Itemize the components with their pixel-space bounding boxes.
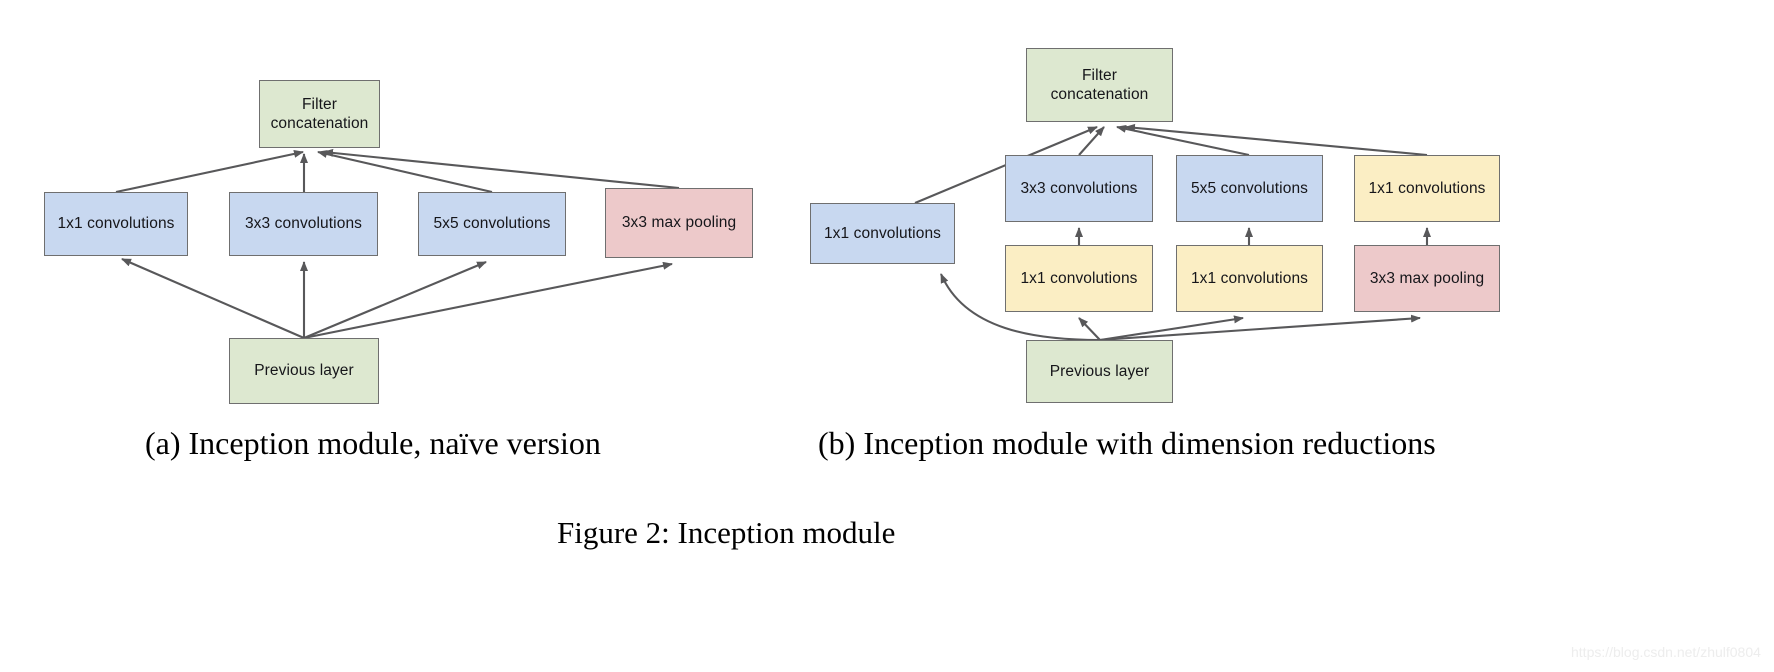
b-conv-5x5-label: 5x5 convolutions xyxy=(1190,179,1309,197)
inception-module-figure: Filter concatenation 1x1 convolutions 3x3… xyxy=(0,0,1774,672)
b-conv-5x5[interactable]: 5x5 convolutions xyxy=(1176,155,1323,222)
b-conv-1x1-direct-label: 1x1 convolutions xyxy=(823,224,942,242)
b-conv-1x1-before-3x3[interactable]: 1x1 convolutions xyxy=(1005,245,1153,312)
a-filter-concatenation-label: Filter concatenation xyxy=(270,95,369,132)
b-filter-concatenation[interactable]: Filter concatenation xyxy=(1026,48,1173,122)
b-maxpool-3x3-label: 3x3 max pooling xyxy=(1369,269,1485,287)
csdn-watermark: https://blog.csdn.net/zhulf0804 xyxy=(1571,644,1761,660)
b-conv-1x1-before-5x5[interactable]: 1x1 convolutions xyxy=(1176,245,1323,312)
b-conv-3x3-label: 3x3 convolutions xyxy=(1020,179,1138,197)
b-previous-layer[interactable]: Previous layer xyxy=(1026,340,1173,403)
a-maxpool-3x3-label: 3x3 max pooling xyxy=(621,214,737,232)
a-conv-1x1[interactable]: 1x1 convolutions xyxy=(44,192,188,256)
b-maxpool-3x3[interactable]: 3x3 max pooling xyxy=(1354,245,1500,312)
b-filter-concatenation-label: Filter concatenation xyxy=(1050,66,1149,103)
a-previous-layer[interactable]: Previous layer xyxy=(229,338,379,404)
b-conv-1x1-after-pool-label: 1x1 convolutions xyxy=(1368,179,1486,197)
a-conv-1x1-label: 1x1 convolutions xyxy=(57,215,175,233)
a-previous-layer-label: Previous layer xyxy=(254,362,354,380)
panel-a-caption: (a) Inception module, naïve version xyxy=(145,425,601,461)
b-conv-3x3[interactable]: 3x3 convolutions xyxy=(1005,155,1153,222)
b-conv-1x1-direct[interactable]: 1x1 convolutions xyxy=(810,203,955,264)
panel-b-edges xyxy=(914,123,1431,342)
a-maxpool-3x3[interactable]: 3x3 max pooling xyxy=(605,188,753,258)
panel-a-edges xyxy=(115,148,680,340)
a-filter-concatenation[interactable]: Filter concatenation xyxy=(259,80,380,148)
b-previous-layer-label: Previous layer xyxy=(1049,362,1150,380)
b-conv-1x1-before-3x3-label: 1x1 convolutions xyxy=(1020,269,1138,287)
a-conv-5x5-label: 5x5 convolutions xyxy=(433,215,551,233)
figure-caption: Figure 2: Inception module xyxy=(557,515,896,550)
a-conv-3x3-label: 3x3 convolutions xyxy=(244,215,363,233)
b-conv-1x1-after-pool[interactable]: 1x1 convolutions xyxy=(1354,155,1500,222)
b-conv-1x1-before-5x5-label: 1x1 convolutions xyxy=(1190,269,1309,287)
panel-b-caption: (b) Inception module with dimension redu… xyxy=(818,425,1436,461)
a-conv-3x3[interactable]: 3x3 convolutions xyxy=(229,192,378,256)
a-conv-5x5[interactable]: 5x5 convolutions xyxy=(418,192,566,256)
